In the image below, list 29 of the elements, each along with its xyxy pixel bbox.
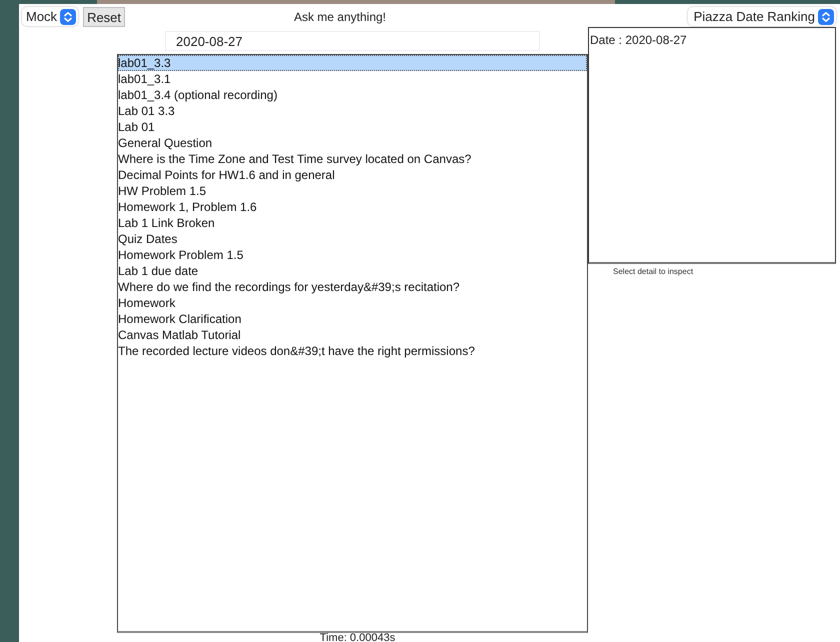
- date-field[interactable]: 2020-08-27: [165, 31, 540, 51]
- post-item[interactable]: Lab 1 due date: [118, 263, 587, 279]
- post-item[interactable]: lab01_3.4 (optional recording): [118, 87, 587, 103]
- ranking-select[interactable]: Piazza Date Ranking: [688, 7, 836, 26]
- elapsed-time: Time: 0.00043s: [318, 633, 396, 642]
- post-item[interactable]: Lab 1 Link Broken: [118, 215, 587, 231]
- post-item[interactable]: Canvas Matlab Tutorial: [118, 327, 587, 343]
- post-item[interactable]: HW Problem 1.5: [118, 183, 587, 199]
- post-item[interactable]: The recorded lecture videos don&#39;t have the right permissions?: [118, 343, 587, 359]
- post-item[interactable]: Homework Clarification: [118, 311, 587, 327]
- post-item[interactable]: lab01_3.3: [118, 55, 587, 71]
- post-item[interactable]: Lab 01 3.3: [118, 103, 587, 119]
- stepper-icon: [60, 8, 76, 24]
- app-title: Ask me anything!: [292, 8, 388, 26]
- detail-text: Date : 2020-08-27: [590, 33, 687, 47]
- reset-button[interactable]: Reset: [83, 6, 126, 26]
- post-item[interactable]: Where is the Time Zone and Test Time survey located on Canvas?: [118, 151, 587, 167]
- post-item[interactable]: Homework: [118, 295, 587, 311]
- post-item[interactable]: Decimal Points for HW1.6 and in general: [118, 167, 587, 183]
- detail-caption: Select detail to inspect: [613, 266, 694, 278]
- stepper-icon: [818, 8, 834, 24]
- mode-select[interactable]: Mock: [22, 7, 78, 26]
- post-item[interactable]: Homework Problem 1.5: [118, 247, 587, 263]
- post-item[interactable]: Quiz Dates: [118, 231, 587, 247]
- post-item[interactable]: Homework 1, Problem 1.6: [118, 199, 587, 215]
- post-item[interactable]: Lab 01: [118, 119, 587, 135]
- post-item[interactable]: General Question: [118, 135, 587, 151]
- post-item[interactable]: lab01_3.1: [118, 71, 587, 87]
- post-item[interactable]: Where do we find the recordings for yesterday&#39;s recitation?: [118, 279, 587, 295]
